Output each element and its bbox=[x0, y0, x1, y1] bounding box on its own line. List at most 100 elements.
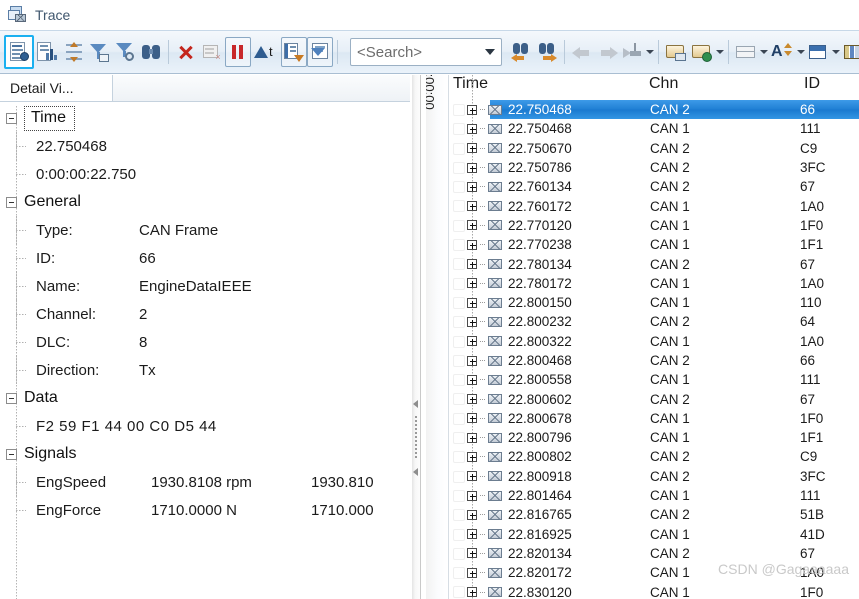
collapse-icon[interactable] bbox=[6, 112, 17, 124]
table-row[interactable]: 22.816765 CAN 2 51B bbox=[449, 505, 859, 524]
panel-layout-button[interactable] bbox=[805, 37, 831, 67]
table-row[interactable]: 22.830120 CAN 1 1F0 bbox=[449, 582, 859, 599]
expand-row-icon[interactable] bbox=[467, 509, 477, 520]
filter-messages-button[interactable] bbox=[86, 37, 112, 67]
table-row[interactable]: 22.770120 CAN 1 1F0 bbox=[449, 216, 859, 235]
pause-trace-button[interactable] bbox=[225, 37, 251, 67]
find-previous-button[interactable] bbox=[508, 37, 534, 67]
open-file-button[interactable] bbox=[663, 37, 689, 67]
export-file-button[interactable] bbox=[689, 37, 715, 67]
detail-group-data[interactable]: Data bbox=[0, 384, 410, 412]
expand-row-icon[interactable] bbox=[467, 394, 477, 405]
expand-row-icon[interactable] bbox=[467, 297, 477, 308]
remove-filter-button[interactable] bbox=[112, 37, 138, 67]
detail-group-time[interactable]: Time bbox=[0, 104, 410, 132]
marker-tools-button[interactable] bbox=[621, 37, 645, 67]
expand-row-icon[interactable] bbox=[467, 336, 477, 347]
table-row[interactable]: 22.750670 CAN 2 C9 bbox=[449, 139, 859, 158]
table-row[interactable]: 22.800468 CAN 2 66 bbox=[449, 351, 859, 370]
tab-detail-view[interactable]: Detail Vi... bbox=[0, 75, 113, 101]
table-row[interactable]: 22.801464 CAN 1 111 bbox=[449, 486, 859, 505]
expand-row-icon[interactable] bbox=[467, 490, 477, 501]
table-row[interactable]: 22.750786 CAN 2 3FC bbox=[449, 158, 859, 177]
table-row[interactable]: 22.816925 CAN 1 41D bbox=[449, 525, 859, 544]
scroll-to-latest-button[interactable] bbox=[281, 37, 307, 67]
table-row[interactable]: 22.800918 CAN 2 3FC bbox=[449, 467, 859, 486]
column-header-time[interactable]: Time bbox=[449, 75, 645, 93]
show-statistics-button[interactable] bbox=[34, 37, 60, 67]
show-detail-view-button[interactable] bbox=[4, 35, 34, 69]
detail-view-tree[interactable]: Time 22.750468 0:00:00:22.750 General Ty… bbox=[0, 102, 410, 599]
pane-splitter[interactable] bbox=[410, 75, 426, 599]
expand-row-icon[interactable] bbox=[467, 104, 477, 115]
clear-trace-button[interactable] bbox=[173, 37, 199, 67]
collapse-icon[interactable] bbox=[6, 448, 17, 460]
search-input[interactable]: <Search> bbox=[350, 38, 502, 66]
table-row[interactable]: 22.800232 CAN 2 64 bbox=[449, 312, 859, 331]
table-row[interactable]: 22.770238 CAN 1 1F1 bbox=[449, 235, 859, 254]
expand-row-icon[interactable] bbox=[467, 529, 477, 540]
collapse-icon[interactable] bbox=[6, 392, 17, 404]
expand-row-icon[interactable] bbox=[467, 278, 477, 289]
marker-caret-icon[interactable] bbox=[646, 50, 654, 54]
expand-row-icon[interactable] bbox=[467, 220, 477, 231]
font-size-button[interactable]: A bbox=[768, 37, 796, 67]
grip-dots-icon[interactable] bbox=[415, 416, 417, 460]
table-row[interactable]: 22.760172 CAN 1 1A0 bbox=[449, 196, 859, 215]
expand-row-icon[interactable] bbox=[467, 181, 477, 192]
collapse-arrow-icon-2[interactable] bbox=[413, 468, 418, 476]
expand-row-icon[interactable] bbox=[467, 567, 477, 578]
table-row[interactable]: 22.800678 CAN 1 1F0 bbox=[449, 409, 859, 428]
table-row[interactable]: 22.800602 CAN 2 67 bbox=[449, 389, 859, 408]
expand-row-icon[interactable] bbox=[467, 471, 477, 482]
filter-view-button[interactable] bbox=[307, 37, 333, 67]
layout-caret-icon[interactable] bbox=[760, 50, 768, 54]
expand-row-icon[interactable] bbox=[467, 239, 477, 250]
trace-table-body[interactable]: 22.750468 CAN 2 66 22.750468 CAN 1 111 22.7506… bbox=[449, 75, 859, 599]
navigate-back-button[interactable] bbox=[569, 37, 595, 67]
font-caret-icon[interactable] bbox=[797, 50, 805, 54]
table-row[interactable]: 22.780172 CAN 1 1A0 bbox=[449, 274, 859, 293]
expand-row-icon[interactable] bbox=[467, 143, 477, 154]
find-next-button[interactable] bbox=[138, 37, 164, 67]
expand-row-icon[interactable] bbox=[467, 548, 477, 559]
arrow-left-icon bbox=[572, 42, 592, 62]
expand-row-icon[interactable] bbox=[467, 413, 477, 424]
chevron-down-icon[interactable] bbox=[485, 49, 495, 55]
table-row[interactable]: 22.750468 CAN 2 66 bbox=[449, 100, 859, 120]
column-header-id[interactable]: ID bbox=[800, 75, 859, 93]
table-row[interactable]: 22.760134 CAN 2 67 bbox=[449, 177, 859, 196]
collapse-icon[interactable] bbox=[6, 196, 17, 208]
column-header-chn[interactable]: Chn bbox=[645, 75, 800, 93]
table-row[interactable]: 22.800802 CAN 2 C9 bbox=[449, 447, 859, 466]
layout-split-button[interactable] bbox=[733, 37, 759, 67]
trace-table[interactable]: Time Chn ID 22.750468 CAN 2 66 22.750468 CAN… bbox=[449, 75, 859, 599]
expand-row-icon[interactable] bbox=[467, 201, 477, 212]
panel-caret-icon[interactable] bbox=[832, 50, 840, 54]
table-row[interactable]: 22.800322 CAN 1 1A0 bbox=[449, 332, 859, 351]
detail-group-general[interactable]: General bbox=[0, 188, 410, 216]
table-row[interactable]: 22.780134 CAN 2 67 bbox=[449, 254, 859, 273]
color-scheme-button[interactable] bbox=[840, 37, 859, 67]
table-row[interactable]: 22.800796 CAN 1 1F1 bbox=[449, 428, 859, 447]
table-row[interactable]: 22.750468 CAN 1 111 bbox=[449, 119, 859, 138]
export-caret-icon[interactable] bbox=[716, 50, 724, 54]
table-row[interactable]: 22.800150 CAN 1 110 bbox=[449, 293, 859, 312]
expand-row-icon[interactable] bbox=[467, 355, 477, 366]
expand-row-icon[interactable] bbox=[467, 162, 477, 173]
navigate-forward-button[interactable] bbox=[595, 37, 621, 67]
expand-row-icon[interactable] bbox=[467, 587, 477, 598]
expand-collapse-all-button[interactable] bbox=[60, 37, 86, 67]
expand-row-icon[interactable] bbox=[467, 123, 477, 134]
expand-row-icon[interactable] bbox=[467, 451, 477, 462]
table-row[interactable]: 22.800558 CAN 1 111 bbox=[449, 370, 859, 389]
collapse-arrow-icon[interactable] bbox=[413, 400, 418, 408]
expand-row-icon[interactable] bbox=[467, 374, 477, 385]
relative-time-button[interactable]: t bbox=[251, 37, 281, 67]
detail-group-signals[interactable]: Signals bbox=[0, 440, 410, 468]
expand-row-icon[interactable] bbox=[467, 432, 477, 443]
clear-window-button[interactable]: × bbox=[199, 37, 225, 67]
expand-row-icon[interactable] bbox=[467, 316, 477, 327]
expand-row-icon[interactable] bbox=[467, 259, 477, 270]
find-next-button-2[interactable] bbox=[534, 37, 560, 67]
